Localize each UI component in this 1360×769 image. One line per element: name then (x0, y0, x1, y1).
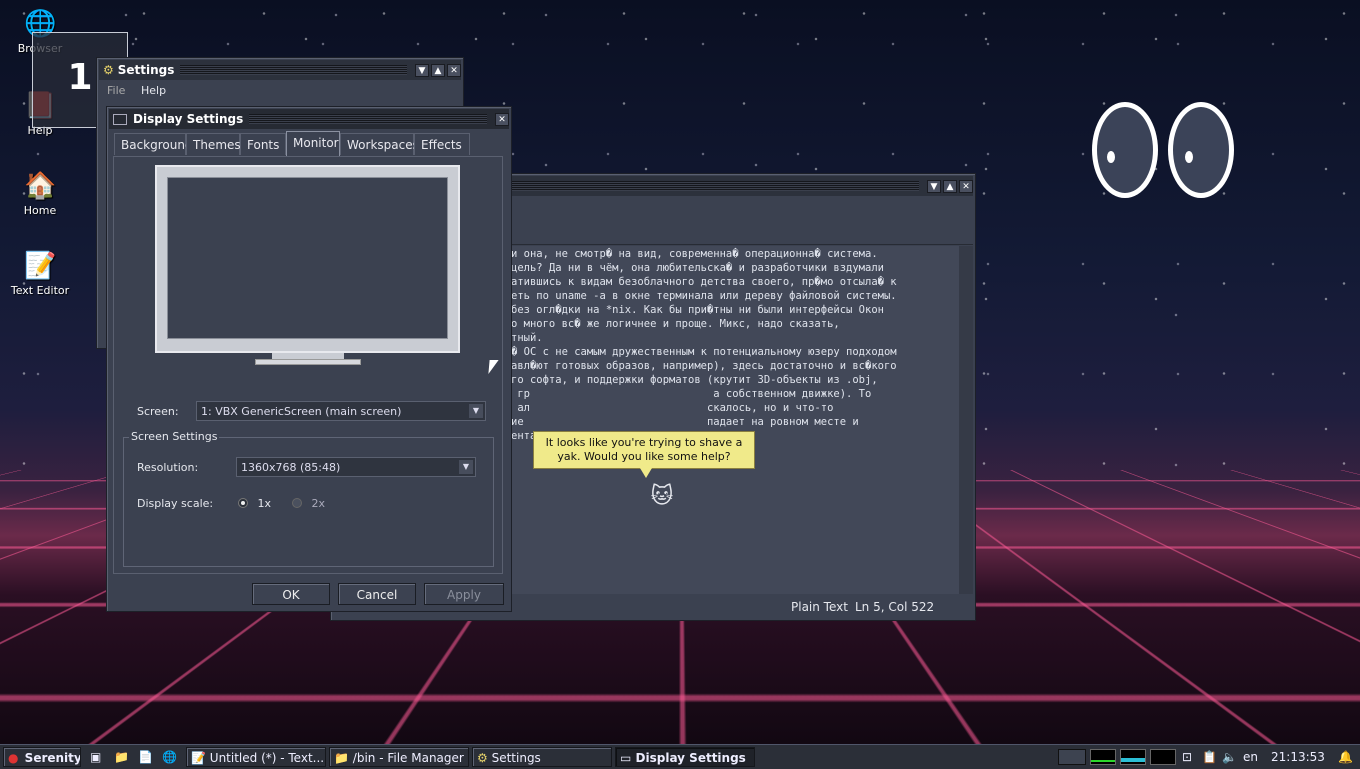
scale-radio-2x[interactable]: 2x (292, 497, 325, 510)
screen-select[interactable]: 1: VBX GenericScreen (main screen) ▼ (196, 401, 486, 421)
desktop-icon-label: Home (24, 204, 56, 217)
chevron-down-icon: ▼ (459, 460, 473, 474)
settings-title: Settings (118, 63, 175, 77)
close-button[interactable]: ✕ (495, 113, 509, 126)
resolution-select[interactable]: 1360x768 (85:48) ▼ (236, 457, 476, 477)
memory-graph[interactable] (1120, 749, 1146, 765)
taskbar-button-settings[interactable]: ⚙ Settings (472, 747, 612, 767)
monitor-base (255, 359, 361, 365)
browser-icon[interactable]: 🌐 (162, 747, 177, 767)
tab-effects[interactable]: Effects (414, 133, 470, 155)
editor-line: атившись к видам безоблачного детства св… (511, 275, 956, 289)
taskbar-button-display-settings[interactable]: ▭ Display Settings (615, 747, 755, 767)
resolution-label: Resolution: (137, 461, 198, 474)
radio-selected-icon (238, 498, 248, 508)
workspace-switcher-icon[interactable] (1058, 749, 1086, 765)
display-settings-title: Display Settings (133, 112, 243, 126)
editor-scrollbar[interactable] (959, 246, 973, 594)
editor-line: еть по uname -a в окне терминала или дер… (511, 289, 956, 303)
screen-label: Screen: (137, 405, 179, 418)
clipboard-icon[interactable]: 📋 (1202, 747, 1217, 767)
editor-line: авл�ют готовых образов, например), здесь… (511, 359, 956, 373)
cat-assistant-icon[interactable]: 🐱 (648, 482, 676, 512)
gear-icon: ⚙ (477, 751, 488, 765)
tab-workspaces[interactable]: Workspaces (340, 133, 414, 155)
editor-line: гр а собственном движке). То (511, 387, 956, 401)
status-mode[interactable]: Plain Text (791, 600, 848, 614)
menu-file[interactable]: File (107, 84, 125, 97)
eyes-widget (1092, 102, 1238, 202)
text-editor-icon: 📝 (191, 751, 206, 765)
taskbar-button-file-manager[interactable]: 📁 /bin - File Manager (329, 747, 469, 767)
maximize-button[interactable]: ▲ (943, 180, 957, 193)
cpu-graph[interactable] (1090, 749, 1116, 765)
text-editor-icon[interactable]: 📄 (138, 747, 153, 767)
display-scale-label: Display scale: (137, 497, 213, 510)
monitor-screen-preview (167, 177, 448, 339)
apply-button[interactable]: Apply (424, 583, 504, 605)
monitor-preview (155, 165, 460, 353)
taskbar-button-text-editor[interactable]: 📝 Untitled (*) - Text... (186, 747, 326, 767)
assistant-balloon[interactable]: It looks like you're trying to shave a y… (533, 431, 755, 469)
tab-fonts[interactable]: Fonts (240, 133, 286, 155)
volume-icon[interactable]: 🔈 (1222, 747, 1237, 767)
taskbar: ● Serenity ▣ 📁 📄 🌐 📝 Untitled (*) - Text… (0, 744, 1360, 769)
terminal-icon[interactable]: ▣ (90, 747, 101, 767)
radio-unselected-icon (292, 498, 302, 508)
close-button[interactable]: ✕ (447, 64, 461, 77)
close-button[interactable]: ✕ (959, 180, 973, 193)
clock[interactable]: 21:13:53 (1271, 747, 1325, 767)
start-button[interactable]: ● Serenity (3, 747, 81, 767)
editor-line: � ОС с не самым дружественным к потенциа… (511, 345, 956, 359)
scale-radio-1x[interactable]: 1x (238, 497, 271, 510)
tab-monitor[interactable]: Monitor (286, 131, 340, 157)
tab-background[interactable]: Background (114, 133, 186, 155)
editor-line: ал скалось, но и что-то (511, 401, 956, 415)
desktop-icon-label: Text Editor (11, 284, 69, 297)
editor-line: и она, не смотр� на вид, современна� опе… (511, 247, 956, 261)
desktop: 🌐 Browser 📕 Help 🏠 Home 📝 Text Editor 1 … (0, 0, 1360, 744)
tab-themes[interactable]: Themes (186, 133, 240, 155)
keymap-indicator[interactable]: en (1243, 747, 1258, 767)
status-position: Ln 5, Col 522 (855, 600, 934, 614)
balloon-tail (640, 468, 652, 478)
assistant-tip-text: It looks like you're trying to shave a y… (546, 436, 743, 463)
desktop-icon-text-editor[interactable]: 📝 Text Editor (0, 250, 80, 297)
desktop-icon-home[interactable]: 🏠 Home (0, 170, 80, 217)
network-graph[interactable] (1150, 749, 1176, 765)
mouse-cursor-icon (488, 360, 498, 374)
editor-text: и она, не смотр� на вид, современна� опе… (511, 247, 956, 587)
gear-icon: ⚙ (103, 63, 114, 77)
ok-button[interactable]: OK (252, 583, 330, 605)
file-manager-icon[interactable]: 📁 (114, 747, 129, 767)
maximize-button[interactable]: ▲ (431, 64, 445, 77)
menu-help[interactable]: Help (141, 84, 166, 97)
settings-titlebar[interactable]: ⚙ Settings ▼ ▲ ✕ (99, 60, 461, 80)
notepad-icon: 📝 (24, 250, 56, 282)
editor-line: тный. (511, 331, 956, 345)
minimize-button[interactable]: ▼ (927, 180, 941, 193)
settings-menubar: File Help (99, 82, 461, 100)
serenity-logo-icon: ● (8, 751, 18, 765)
notification-icon[interactable]: 🔔 (1338, 747, 1353, 767)
home-folder-icon: 🏠 (24, 170, 56, 202)
minimize-button[interactable]: ▼ (415, 64, 429, 77)
editor-line: го софта, и поддержки форматов (крутит 3… (511, 373, 956, 387)
folder-icon: 📁 (334, 751, 349, 765)
network-icon[interactable]: ⊡ (1182, 747, 1192, 767)
editor-line: о много вс� же логичнее и проще. Микс, н… (511, 317, 956, 331)
chevron-down-icon: ▼ (469, 404, 483, 418)
cancel-button[interactable]: Cancel (338, 583, 416, 605)
editor-line: ие падает на ровном месте и (511, 415, 956, 429)
monitor-icon: ▭ (620, 751, 631, 765)
monitor-icon (113, 114, 127, 125)
editor-line: без огл�дки на *nix. Как бы при�тны ни б… (511, 303, 956, 317)
display-settings-titlebar[interactable]: Display Settings ✕ (109, 109, 509, 129)
editor-line: цель? Да ни в чём, она любительска� и ра… (511, 261, 956, 275)
screen-settings-group-title: Screen Settings (129, 430, 219, 443)
